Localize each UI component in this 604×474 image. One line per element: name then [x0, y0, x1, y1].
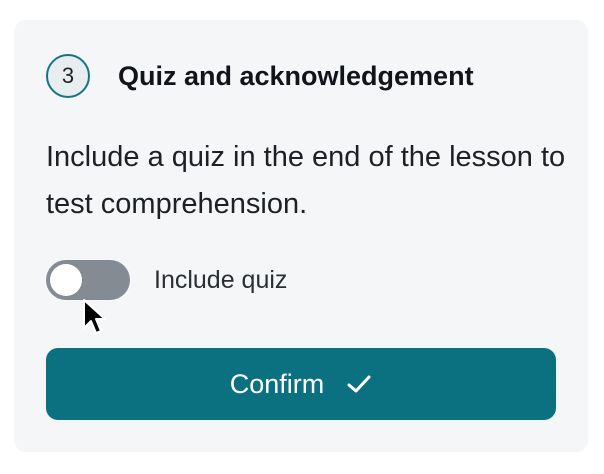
confirm-button[interactable]: Confirm	[46, 348, 556, 420]
step-number-badge: 3	[46, 54, 90, 98]
section-title: Quiz and acknowledgement	[118, 61, 474, 91]
confirm-button-label: Confirm	[229, 368, 325, 399]
section-description: Include a quiz in the end of the lesson …	[46, 141, 566, 220]
include-quiz-label: Include quiz	[154, 266, 288, 294]
step-number: 3	[61, 63, 75, 88]
toggle-knob	[50, 264, 82, 296]
include-quiz-toggle[interactable]	[46, 260, 130, 300]
mouse-cursor-icon	[83, 299, 106, 334]
check-icon	[347, 375, 371, 393]
